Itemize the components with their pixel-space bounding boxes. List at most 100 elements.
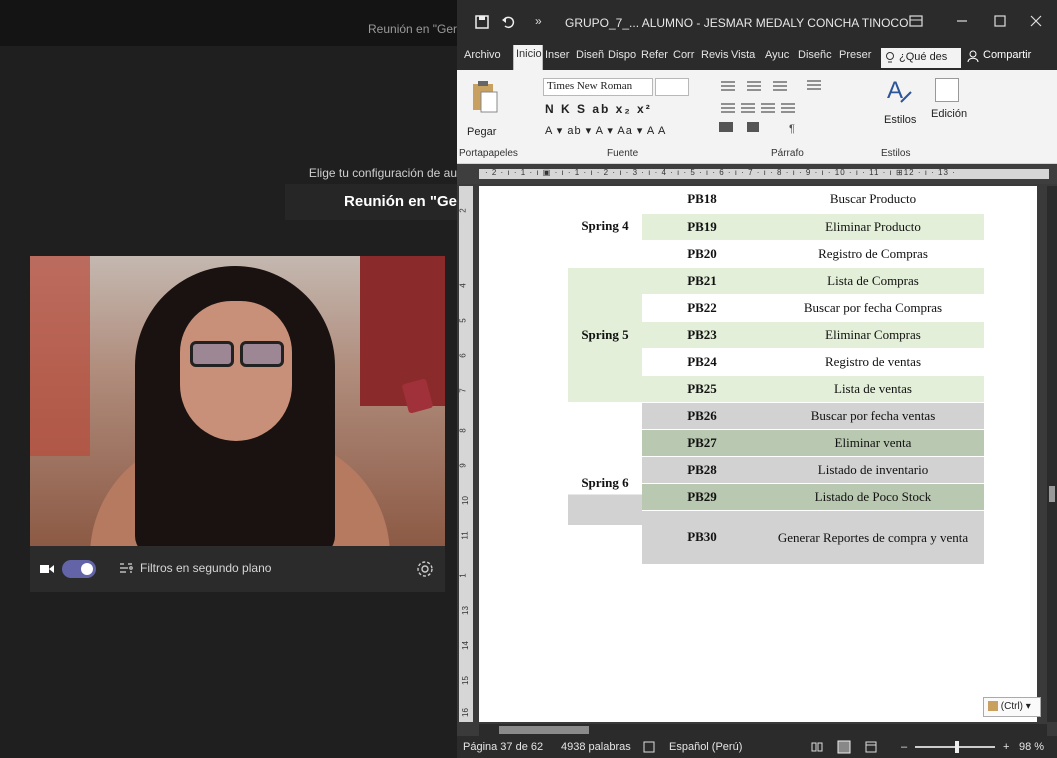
tab-disposicion[interactable]: Dispo <box>608 49 639 61</box>
vruler-mark: 14 <box>460 641 470 650</box>
word-count[interactable]: 4938 palabras <box>561 741 631 753</box>
vruler-mark: 10 <box>460 496 470 505</box>
font-name-box[interactable]: Times New Roman <box>543 78 653 96</box>
tab-referencias[interactable]: Refer <box>641 49 671 61</box>
pb-code-cell: PB26 <box>642 402 762 430</box>
pb-code-cell: PB27 <box>642 429 762 457</box>
paste-options-button[interactable]: (Ctrl) ▾ <box>983 697 1041 717</box>
group-styles-label: Estilos <box>881 148 911 159</box>
tell-me-label: ¿Qué des <box>899 51 948 63</box>
camera-icon <box>40 565 54 573</box>
person-icon <box>967 50 979 62</box>
vertical-ruler[interactable]: 2 4 5 6 7 8 9 10 11 1 13 14 15 16 <box>459 186 473 722</box>
tab-diseno[interactable]: Diseñ <box>576 49 606 61</box>
vruler-mark: 2 <box>458 208 468 213</box>
paragraph-icons[interactable]: ¶ <box>717 78 847 138</box>
proofing-icon[interactable] <box>643 741 655 753</box>
zoom-out-icon[interactable]: – <box>901 741 907 753</box>
tab-correspondencia[interactable]: Corr <box>673 49 699 61</box>
pb-description-cell: Registro de Compras <box>762 240 984 268</box>
horizontal-scrollbar[interactable] <box>479 724 1047 736</box>
web-layout-icon[interactable] <box>865 741 877 753</box>
teams-titlebar: Reunión en "Ger <box>0 0 457 46</box>
lightbulb-icon <box>886 52 894 63</box>
pb-description-cell: Eliminar Compras <box>762 321 984 349</box>
print-layout-icon[interactable] <box>837 740 851 754</box>
save-icon[interactable] <box>475 15 489 29</box>
zoom-in-icon[interactable]: + <box>1003 741 1009 753</box>
vruler-mark: 15 <box>460 676 470 685</box>
editing-button[interactable]: Edición <box>931 108 967 120</box>
vruler-mark: 6 <box>458 353 468 358</box>
pb-code-cell: PB29 <box>642 483 762 511</box>
pb-description-cell: Registro de ventas <box>762 348 984 376</box>
camera-toggle[interactable] <box>62 560 96 578</box>
editing-icon[interactable] <box>935 78 959 102</box>
gear-icon[interactable] <box>416 560 434 578</box>
hscroll-thumb[interactable] <box>499 726 589 734</box>
pb-description-cell: Lista de ventas <box>762 375 984 403</box>
pb-code-cell: PB24 <box>642 348 762 376</box>
styles-button[interactable]: Estilos <box>884 114 916 126</box>
paste-options-icon <box>988 701 998 712</box>
pb-code-cell: PB25 <box>642 375 762 403</box>
ribbon: Pegar Times New Roman N K S ab x₂ x² A ▾… <box>457 70 1057 164</box>
pb-description-cell: Buscar por fecha Compras <box>762 294 984 322</box>
vertical-scrollbar[interactable] <box>1047 186 1057 722</box>
language[interactable]: Español (Perú) <box>669 741 742 753</box>
person-face <box>180 301 292 441</box>
font-color-row[interactable]: A ▾ ab ▾ A ▾ Aa ▾ A A <box>545 124 666 137</box>
status-bar: Página 37 de 62 4938 palabras Español (P… <box>457 736 1057 758</box>
tab-insertar[interactable]: Inser <box>545 49 575 61</box>
zoom-slider-thumb[interactable] <box>955 741 959 753</box>
svg-text:A: A <box>887 77 903 104</box>
ruler-marks: · 2 · ı · 1 · ı ▣ · ı · 1 · ı · 2 · ı · … <box>485 168 956 177</box>
tab-archivo[interactable]: Archivo <box>464 49 501 61</box>
word-titlebar: » GRUPO_7_... ALUMNO - JESMAR MEDALY CON… <box>457 0 1057 44</box>
vruler-mark: 9 <box>458 463 468 468</box>
pb-description-cell: Lista de Compras <box>762 267 984 295</box>
close-icon[interactable] <box>1027 12 1045 30</box>
teams-window-title: Reunión en "Ger <box>368 22 457 36</box>
word-window: » GRUPO_7_... ALUMNO - JESMAR MEDALY CON… <box>457 0 1057 758</box>
tell-me-search[interactable]: ¿Qué des <box>881 48 961 68</box>
paste-button[interactable]: Pegar <box>467 126 496 138</box>
zoom-level[interactable]: 98 % <box>1019 741 1044 753</box>
share-button[interactable]: Compartir <box>965 49 1031 62</box>
font-format-row[interactable]: N K S ab x₂ x² <box>545 102 652 116</box>
paste-options-label: (Ctrl) <box>1000 701 1023 712</box>
pb-description-cell: Listado de inventario <box>762 456 984 484</box>
audio-video-settings-prompt: Elige tu configuración de au <box>308 166 457 180</box>
pb-description-cell: Eliminar Producto <box>762 213 984 241</box>
tab-diseno-tabla[interactable]: Diseñc <box>798 49 836 61</box>
scroll-thumb[interactable] <box>1049 486 1055 502</box>
document-page[interactable]: Spring 4 PB18 Buscar Producto PB19 Eliminar … <box>479 186 1037 722</box>
tab-revisar[interactable]: Revis <box>701 49 729 61</box>
tab-inicio[interactable]: Inicio <box>513 45 543 70</box>
minimize-icon[interactable] <box>953 12 971 30</box>
styles-icon[interactable]: A <box>885 76 913 108</box>
background-filters-icon[interactable] <box>118 561 134 577</box>
group-paragraph-label: Párrafo <box>771 148 804 159</box>
tab-presentar[interactable]: Preser <box>839 49 877 61</box>
paste-icon[interactable] <box>471 78 501 118</box>
background-filters-button[interactable]: Filtros en segundo plano <box>140 561 271 575</box>
horizontal-ruler[interactable]: · 2 · ı · 1 · ı ▣ · ı · 1 · ı · 2 · ı · … <box>457 164 1057 184</box>
tab-ayuda[interactable]: Ayuc <box>765 49 795 61</box>
table-row: Spring 6 PB26 Buscar por fecha ventas <box>568 402 984 565</box>
vruler-mark: 4 <box>458 283 468 288</box>
pb-description-cell: Listado de Poco Stock <box>762 483 984 511</box>
svg-text:¶: ¶ <box>789 123 795 135</box>
group-clipboard-label: Portapapeles <box>459 148 518 159</box>
ribbon-display-icon[interactable] <box>907 12 925 30</box>
vruler-mark: 16 <box>460 708 470 717</box>
read-mode-icon[interactable] <box>811 741 823 753</box>
font-size-box[interactable] <box>655 78 689 96</box>
more-commands-icon[interactable]: » <box>535 14 542 28</box>
page-count[interactable]: Página 37 de 62 <box>463 741 543 753</box>
vruler-mark: 7 <box>458 388 468 393</box>
maximize-icon[interactable] <box>991 12 1009 30</box>
background-wall <box>30 256 90 456</box>
undo-icon[interactable] <box>501 15 515 29</box>
tab-vista[interactable]: Vista <box>731 49 763 61</box>
